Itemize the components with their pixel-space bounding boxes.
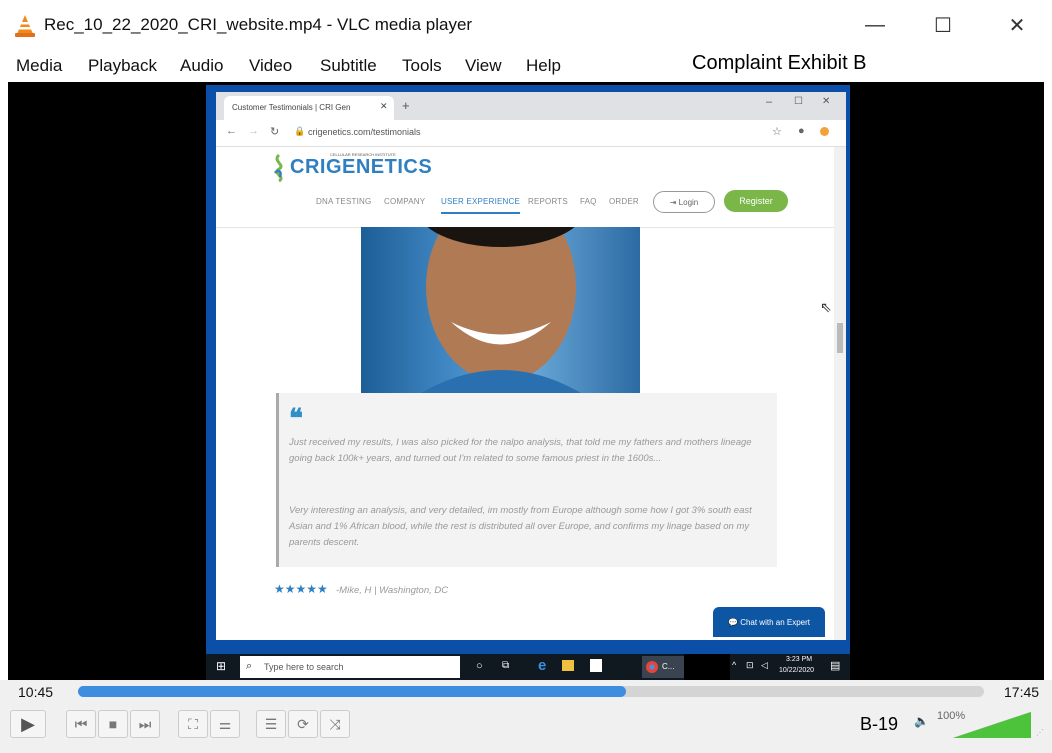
scrollbar-thumb[interactable]: [837, 323, 843, 353]
nav-dna-testing[interactable]: DNA TESTING: [316, 197, 371, 206]
exhibit-number: B-19: [860, 714, 899, 734]
menu-media[interactable]: Media: [16, 56, 62, 76]
browser-maximize-icon[interactable]: ☐: [794, 96, 803, 107]
browser-close-icon[interactable]: ✕: [822, 96, 830, 107]
resize-grip-icon[interactable]: ⋰: [1036, 728, 1044, 737]
menu-audio[interactable]: Audio: [180, 56, 223, 76]
windows-start-icon[interactable]: ⊞: [216, 659, 226, 673]
previous-icon[interactable]: ⏮: [66, 710, 96, 738]
mouse-cursor-icon: ⇖: [820, 299, 832, 315]
menu-bar: Media Playback Audio Video Subtitle Tool…: [0, 52, 1052, 82]
taskbar-search-placeholder: Type here to search: [264, 662, 344, 672]
browser-tab-bar: Customer Testimonials | CRI Gen ✕ + – ☐ …: [216, 92, 846, 120]
file-explorer-icon[interactable]: [562, 660, 574, 671]
cortana-icon[interactable]: ○: [476, 660, 483, 672]
nav-company[interactable]: COMPANY: [384, 197, 425, 206]
login-button[interactable]: ⇥ Login: [653, 191, 715, 213]
chrome-icon: [646, 661, 658, 673]
exhibit-label: Complaint Exhibit B: [692, 52, 867, 74]
volume-slider[interactable]: [953, 712, 1031, 738]
tray-chevron-icon[interactable]: ^: [732, 660, 736, 670]
notifications-icon[interactable]: ▤: [830, 659, 840, 672]
page-scrollbar[interactable]: [834, 147, 846, 640]
tab-title: Customer Testimonials | CRI Gen: [232, 103, 351, 112]
redaction-box: [684, 654, 730, 680]
extended-settings-icon[interactable]: ⚌: [210, 710, 240, 738]
task-view-icon[interactable]: ⧉: [502, 660, 509, 671]
dna-logo-icon: [274, 153, 283, 183]
menu-video[interactable]: Video: [249, 56, 292, 76]
testimonial-author: -Mike, H | Washington, DC: [336, 585, 449, 596]
quote-paragraph-1: Just received my results, I was also pic…: [289, 437, 752, 464]
rating-stars: ★★★★★: [274, 582, 328, 596]
menu-view[interactable]: View: [465, 56, 502, 76]
menu-subtitle[interactable]: Subtitle: [320, 56, 377, 76]
quote-paragraph-2: Very interesting an analysis, and very d…: [289, 505, 752, 548]
fullscreen-icon[interactable]: ⛶: [178, 710, 208, 738]
minimize-button[interactable]: —: [858, 10, 892, 40]
maximize-button[interactable]: ☐: [926, 10, 960, 40]
account-icon[interactable]: ●: [798, 125, 805, 137]
testimonial-quote: ❝ Just received my results, I was also p…: [276, 393, 777, 567]
chat-icon: 💬: [728, 617, 741, 627]
nav-reports[interactable]: REPORTS: [528, 197, 568, 206]
chrome-taskbar-label: C...: [662, 662, 675, 671]
menu-playback[interactable]: Playback: [88, 56, 157, 76]
new-tab-icon[interactable]: +: [402, 98, 410, 113]
vlc-cone-icon: [15, 15, 35, 37]
next-icon[interactable]: ⏭: [130, 710, 160, 738]
browser-minimize-icon[interactable]: –: [766, 96, 772, 108]
total-time[interactable]: 17:45: [1004, 684, 1039, 700]
stop-icon[interactable]: ■: [98, 710, 128, 738]
tray-date: 10/22/2020: [779, 667, 815, 674]
chrome-taskbar-item[interactable]: C...: [642, 656, 684, 678]
speaker-icon[interactable]: 🔈: [914, 714, 929, 728]
elapsed-time[interactable]: 10:45: [18, 684, 53, 700]
browser-tab[interactable]: Customer Testimonials | CRI Gen ✕: [224, 96, 394, 120]
address-bar: ← → ↻ 🔒 crigenetics.com/testimonials ☆ ●: [216, 120, 846, 147]
taskbar-search[interactable]: ⌕ Type here to search: [240, 656, 460, 678]
site-header: CRIGENETICS CELLULAR RESEARCH INSTITUTE …: [216, 147, 834, 228]
update-icon[interactable]: [820, 127, 829, 136]
menu-tools[interactable]: Tools: [402, 56, 442, 76]
nav-user-experience[interactable]: USER EXPERIENCE: [441, 197, 521, 214]
site-logo[interactable]: CRIGENETICS: [290, 156, 432, 179]
bookmark-star-icon[interactable]: ☆: [772, 125, 782, 138]
network-icon[interactable]: ⊡: [746, 660, 754, 671]
forward-icon[interactable]: →: [248, 125, 259, 137]
playlist-icon[interactable]: ☰: [256, 710, 286, 738]
play-button[interactable]: ▶: [10, 710, 46, 738]
nav-order[interactable]: ORDER: [609, 197, 639, 206]
shuffle-icon[interactable]: ⤨: [320, 710, 350, 738]
nav-faq[interactable]: FAQ: [580, 197, 597, 206]
windows-taskbar: ⊞ ⌕ Type here to search ○ ⧉ e C... ^ ⊡ ◁…: [206, 654, 850, 680]
close-button[interactable]: ✕: [1000, 10, 1034, 40]
login-icon: ⇥: [669, 197, 679, 207]
logo-tagline: CELLULAR RESEARCH INSTITUTE: [330, 152, 396, 157]
browser-window: Customer Testimonials | CRI Gen ✕ + – ☐ …: [216, 92, 846, 640]
seek-progress: [78, 686, 627, 697]
window-title: Rec_10_22_2020_CRI_website.mp4 - VLC med…: [44, 15, 473, 34]
seek-bar[interactable]: [78, 686, 984, 697]
register-button[interactable]: Register: [724, 190, 788, 212]
chat-expert-button[interactable]: 💬 Chat with an Expert: [713, 607, 825, 637]
reload-icon[interactable]: ↻: [270, 125, 279, 138]
tray-time: 3:23 PM: [786, 656, 813, 663]
menu-help[interactable]: Help: [526, 56, 561, 76]
loop-icon[interactable]: ⟳: [288, 710, 318, 738]
edge-icon[interactable]: e: [538, 657, 546, 674]
back-icon[interactable]: ←: [226, 125, 237, 137]
tab-close-icon[interactable]: ✕: [380, 101, 388, 112]
store-icon[interactable]: [590, 659, 602, 672]
search-icon: ⌕: [246, 660, 253, 672]
volume-tray-icon[interactable]: ◁: [761, 660, 768, 671]
url-field[interactable]: crigenetics.com/testimonials: [308, 127, 421, 137]
testimonial-photo: [361, 227, 640, 393]
quote-icon: ❝: [289, 403, 303, 433]
title-bar: Rec_10_22_2020_CRI_website.mp4 - VLC med…: [0, 0, 1052, 52]
lock-icon: 🔒: [294, 126, 306, 136]
